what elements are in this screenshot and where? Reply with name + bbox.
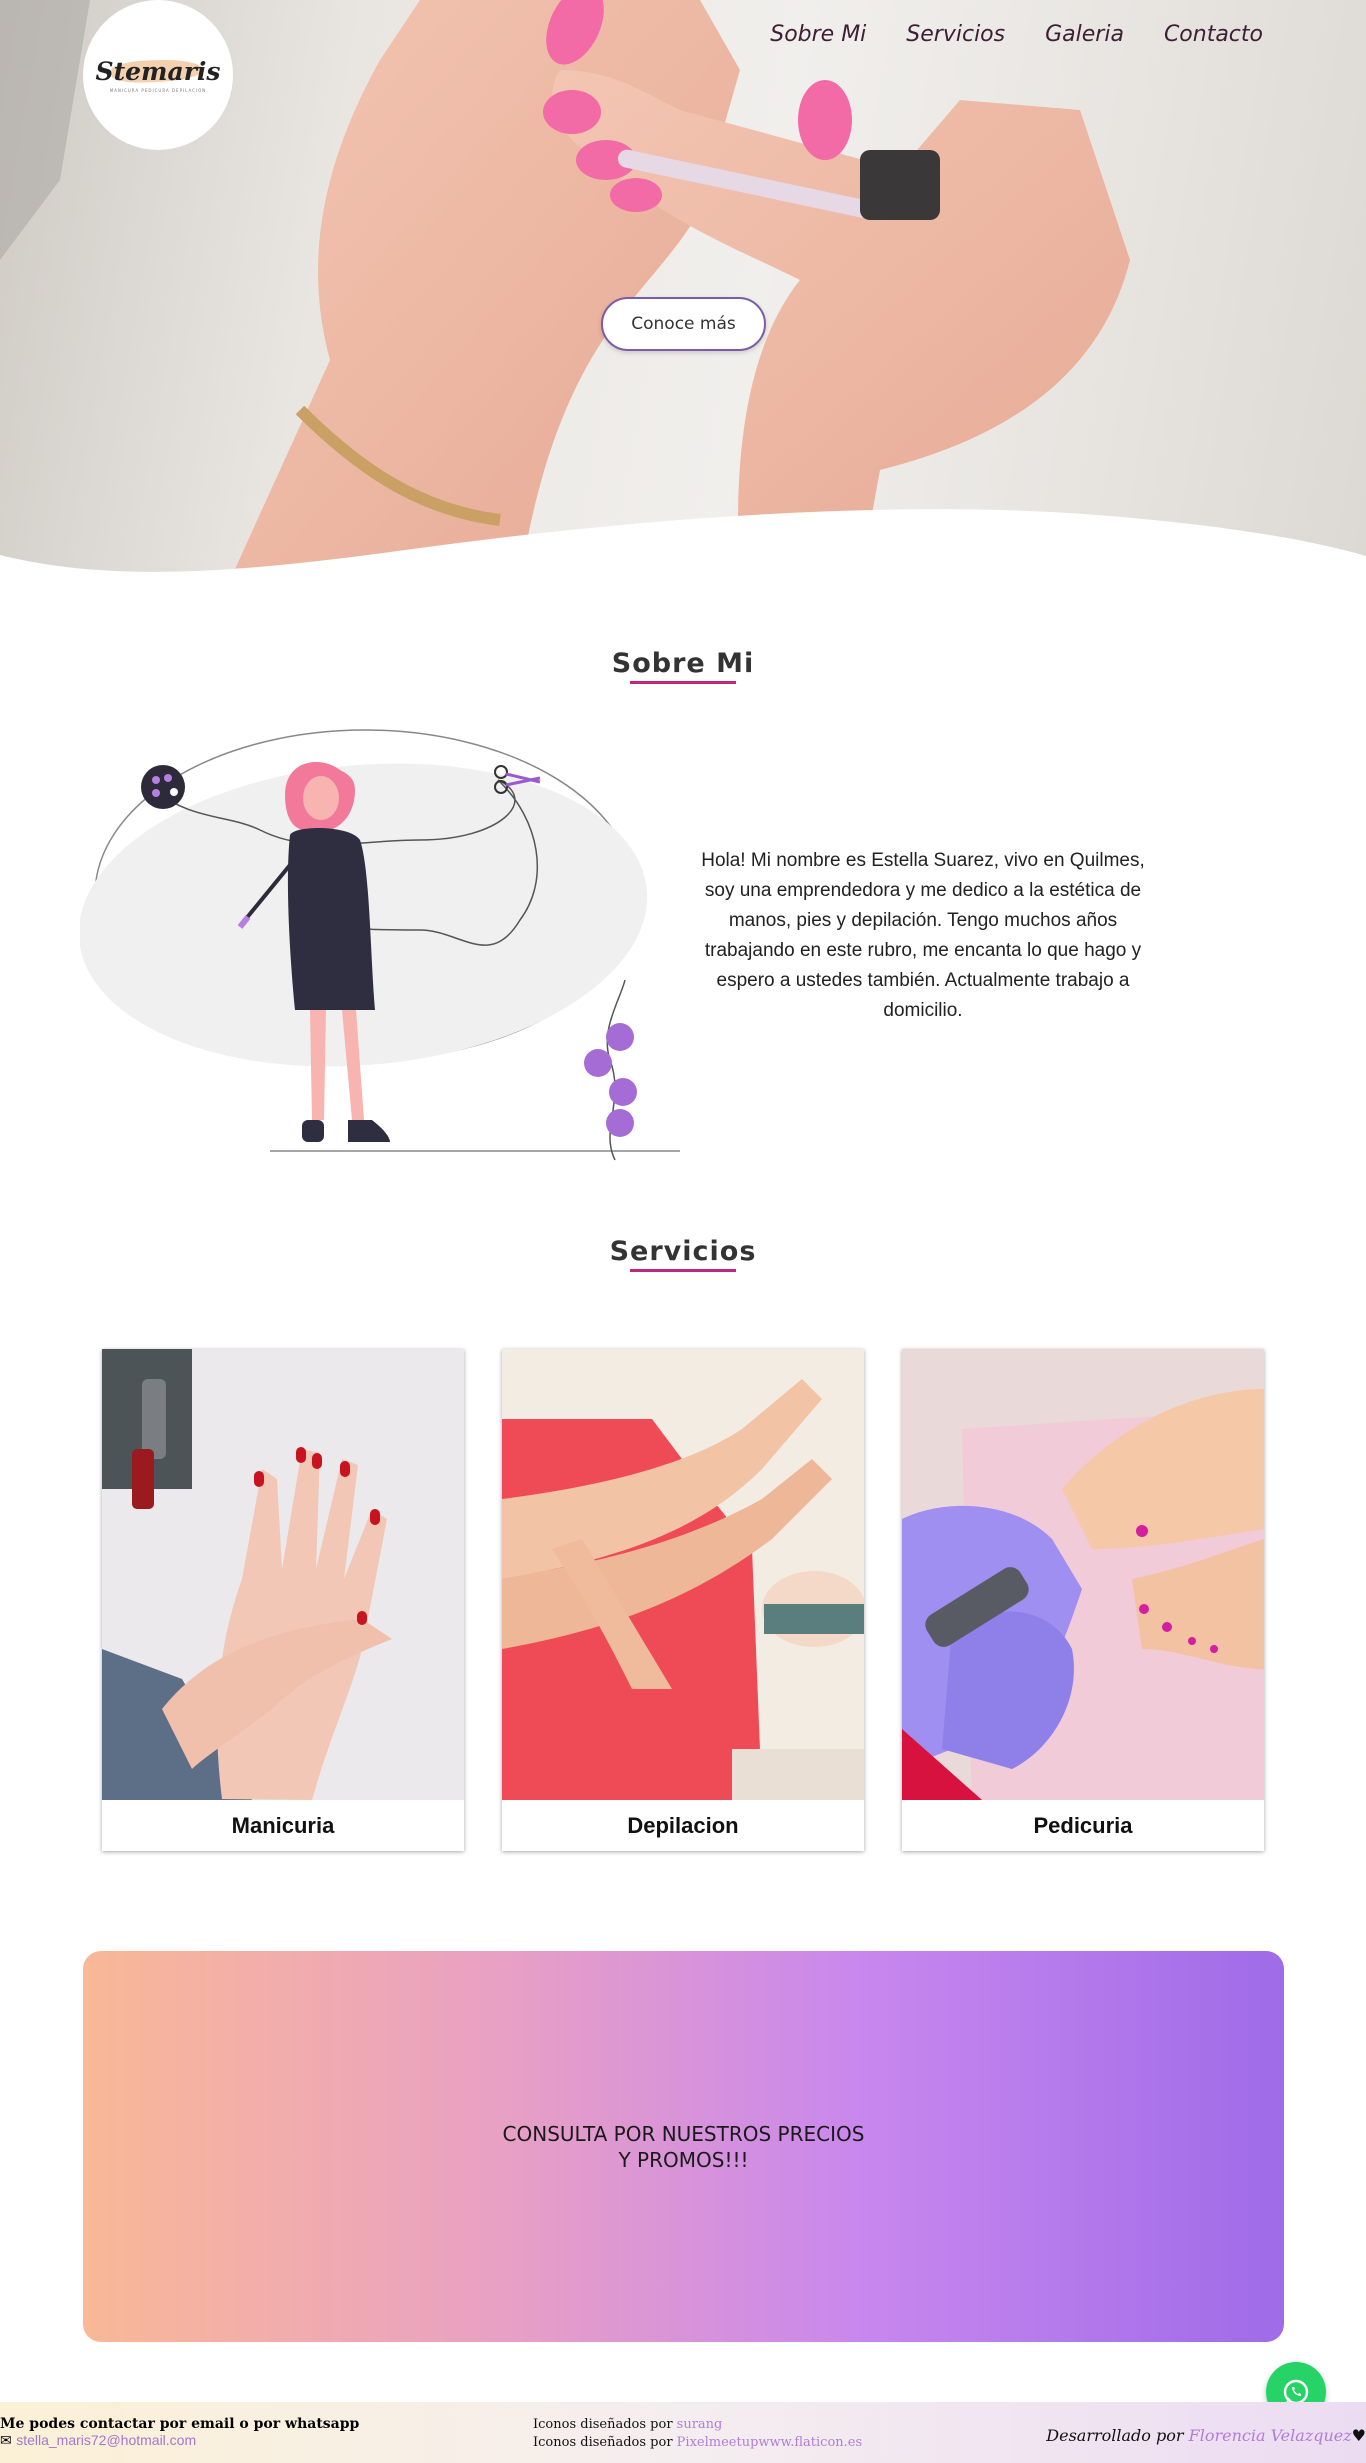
services-section-title: Servicios (0, 1236, 1366, 1272)
heart-icon: ♥ (1351, 2426, 1366, 2445)
services-cards: Manicuria Depilacion Pedicuria (102, 1349, 1264, 1851)
logo[interactable]: Stemaris MANICURA PEDICURA DEPILACION (83, 0, 233, 150)
depilation-photo (502, 1349, 864, 1800)
manicure-photo (102, 1349, 464, 1800)
logo-tagline: MANICURA PEDICURA DEPILACION (109, 88, 207, 93)
footer-developer: Desarrollado por Florencia Velazquez♥ (1046, 2426, 1366, 2445)
title-underline (630, 1269, 736, 1272)
footer-credits: Iconos diseñados por surang Iconos diseñ… (533, 2416, 862, 2452)
service-card-pedicuria[interactable]: Pedicuria (902, 1349, 1264, 1851)
about-title-text: Sobre Mi (611, 648, 755, 679)
about-section-title: Sobre Mi (0, 648, 1366, 684)
credit-prefix: Iconos diseñados por (533, 2417, 677, 2432)
developer-prefix: Desarrollado por (1046, 2426, 1189, 2445)
hero-wave-divider (0, 509, 1366, 580)
footer-email-link[interactable]: stella_maris72@hotmail.com (16, 2432, 196, 2448)
service-label: Pedicuria (1033, 1812, 1133, 1838)
credit-prefix: Iconos diseñados por (533, 2435, 677, 2450)
logo-brand-name: Stemaris (95, 57, 221, 86)
main-nav: Sobre Mi Servicios Galeria Contacto (770, 22, 1263, 47)
developer-link[interactable]: Florencia Velazquez (1189, 2426, 1352, 2445)
footer-contact: Me podes contactar por email o por whats… (0, 2416, 359, 2449)
plant-decoration (584, 979, 637, 1161)
credit-link-flaticon[interactable]: Pixelmeetupwww.flaticon.es (677, 2435, 862, 2450)
promo-text: CONSULTA POR NUESTROS PRECIOS Y PROMOS!!… (502, 2121, 865, 2172)
services-title-text: Servicios (609, 1236, 757, 1267)
footer: Me podes contactar por email o por whats… (0, 2402, 1366, 2463)
about-description: Hola! Mi nombre es Estella Suarez, vivo … (701, 850, 1145, 1021)
pedicure-photo (902, 1349, 1264, 1800)
service-label: Depilacion (627, 1812, 739, 1838)
credit-link-surang[interactable]: surang (677, 2417, 723, 2432)
footer-contact-title: Me podes contactar por email o por whats… (0, 2416, 360, 2432)
service-label: Manicuria (231, 1812, 335, 1838)
conoce-mas-button[interactable]: Conoce más (601, 297, 766, 351)
nav-item-contacto[interactable]: Contacto (1164, 22, 1263, 47)
palette-icon (141, 765, 185, 809)
nav-item-galeria[interactable]: Galeria (1045, 22, 1124, 47)
service-card-depilacion[interactable]: Depilacion (502, 1349, 864, 1851)
nav-item-servicios[interactable]: Servicios (906, 22, 1005, 47)
hero-banner: Stemaris MANICURA PEDICURA DEPILACION So… (0, 0, 1366, 580)
promo-banner: CONSULTA POR NUESTROS PRECIOS Y PROMOS!!… (83, 1951, 1284, 2342)
envelope-icon: ✉ (0, 2433, 12, 2449)
nav-item-sobre-mi[interactable]: Sobre Mi (770, 22, 866, 47)
about-illustration (80, 729, 680, 1161)
service-card-manicuria[interactable]: Manicuria (102, 1349, 464, 1851)
